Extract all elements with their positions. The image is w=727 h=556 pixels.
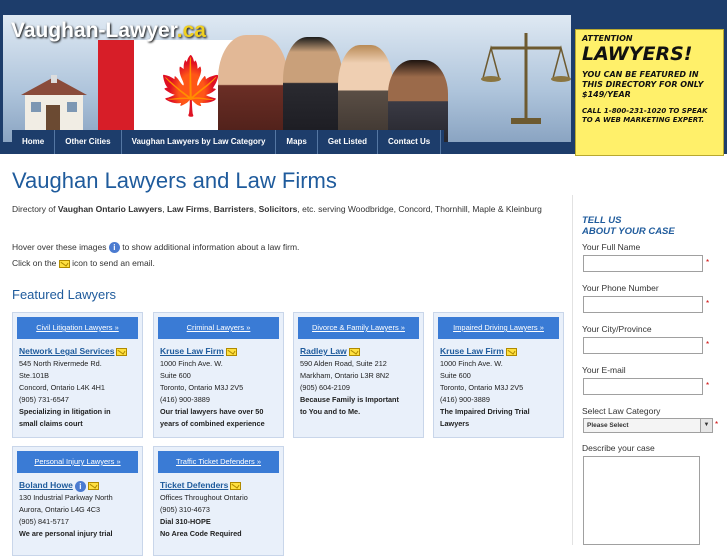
lawyer-name-link[interactable]: Network Legal Services [19,346,114,356]
page-title: Vaughan Lawyers and Law Firms [12,168,337,193]
category-link[interactable]: Impaired Driving Lawyers » [438,317,559,339]
email-icon[interactable] [505,348,517,357]
category-link[interactable]: Criminal Lawyers » [158,317,279,339]
scales-of-justice-icon [481,33,571,124]
required-mark: * [706,340,710,349]
describe-case-textarea[interactable] [583,456,700,545]
law-category-select[interactable]: Please Select ▼ [583,418,713,433]
city-label: Your City/Province [582,324,652,334]
nav-law-category[interactable]: Vaughan Lawyers by Law Category [122,130,277,154]
email-icon[interactable] [225,348,237,357]
intro-text: Directory of Vaughan Ontario Lawyers, La… [12,204,542,214]
lawyer-name-link[interactable]: Kruse Law Firm [160,346,224,356]
lawyer-photo-1 [218,35,288,142]
chevron-down-icon: ▼ [700,419,712,432]
ad-headline: LAWYERS! [582,43,693,65]
lawyer-card: Divorce & Family Lawyers » Radley Law 59… [293,312,424,438]
required-mark: * [706,381,710,390]
lawyer-name-link[interactable]: Boland Howe [19,480,73,490]
required-mark: * [706,299,710,308]
email-label: Your E-mail [582,365,626,375]
lawyer-card: Traffic Ticket Defenders » Ticket Defend… [153,446,284,556]
email-icon [58,259,70,268]
main-nav: Home Other Cities Vaughan Lawyers by Law… [12,130,444,154]
nav-other-cities[interactable]: Other Cities [55,130,122,154]
full-name-field[interactable] [583,255,703,272]
advertise-box[interactable]: ATTENTION LAWYERS! YOU CAN BE FEATURED I… [575,29,724,156]
house-illustration [21,75,87,133]
nav-contact-us[interactable]: Contact Us [378,130,442,154]
nav-maps[interactable]: Maps [276,130,318,154]
phone-label: Your Phone Number [582,283,659,293]
category-link[interactable]: Civil Litigation Lawyers » [17,317,138,339]
lawyer-photo-2 [283,37,343,142]
email-hint: Click on the icon to send an email. [12,258,155,268]
category-link[interactable]: Divorce & Family Lawyers » [298,317,419,339]
lawyer-name-link[interactable]: Ticket Defenders [160,480,228,490]
full-name-label: Your Full Name [582,242,641,252]
describe-case-label: Describe your case [582,443,655,453]
required-mark: * [715,420,719,429]
top-strip [0,0,727,12]
phone-field[interactable] [583,296,703,313]
email-icon[interactable] [116,348,128,357]
lawyer-card: Impaired Driving Lawyers » Kruse Law Fir… [433,312,564,438]
email-icon[interactable] [230,482,242,491]
lawyer-card: Criminal Lawyers » Kruse Law Firm 1000 F… [153,312,284,438]
lawyer-card: Personal Injury Lawyers » Boland Howe i … [12,446,143,556]
ad-attention: ATTENTION [582,34,633,43]
law-category-label: Select Law Category [582,406,661,416]
lawyer-name-link[interactable]: Kruse Law Firm [440,346,504,356]
info-icon[interactable]: i [74,480,86,492]
category-link[interactable]: Traffic Ticket Defenders » [158,451,279,473]
email-icon[interactable] [87,482,99,491]
info-icon: i [108,242,120,254]
nav-get-listed[interactable]: Get Listed [318,130,378,154]
case-form-heading: TELL US ABOUT YOUR CASE [582,215,675,237]
banner-image: 🍁 Vaughan-Lawyer.ca [3,15,571,142]
site-logo[interactable]: Vaughan-Lawyer.ca [11,19,206,43]
required-mark: * [706,258,710,267]
email-icon[interactable] [348,348,360,357]
lawyer-card: Civil Litigation Lawyers » Network Legal… [12,312,143,438]
lawyer-name-link[interactable]: Radley Law [300,346,347,356]
city-field[interactable] [583,337,703,354]
ad-call: CALL 1-800-231-1020 TO SPEAK TO A WEB MA… [582,107,708,124]
email-field[interactable] [583,378,703,395]
lawyer-photo-3 [338,45,393,142]
ad-offer: YOU CAN BE FEATURED IN THIS DIRECTORY FO… [582,70,704,99]
featured-lawyers-heading: Featured Lawyers [12,287,117,302]
nav-home[interactable]: Home [12,130,56,154]
hover-hint: Hover over these images i to show additi… [12,242,300,254]
category-link[interactable]: Personal Injury Lawyers » [17,451,138,473]
